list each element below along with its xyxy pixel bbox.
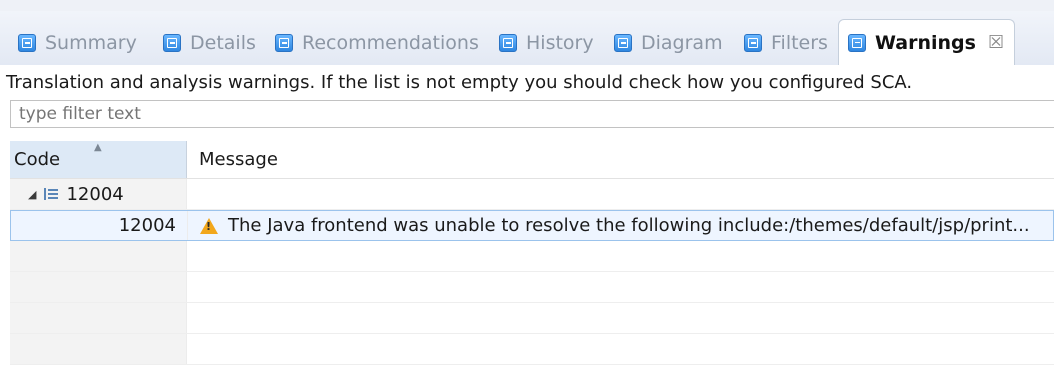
view-icon [163, 34, 181, 52]
code-cell [10, 272, 187, 302]
group-code: 12004 [66, 183, 124, 205]
message-cell [187, 272, 1054, 302]
code-cell: ◢ 12004 [10, 179, 187, 209]
message-cell: ! The Java frontend was unable to resolv… [188, 211, 1053, 240]
tab-warnings[interactable]: Warnings ☒ [838, 19, 1016, 65]
tab-bar: Summary Details Recommendations History … [0, 11, 1054, 65]
tab-summary[interactable]: Summary [18, 28, 137, 58]
message-cell [187, 241, 1054, 271]
column-header-label: Code [14, 149, 61, 170]
tab-history[interactable]: History [499, 28, 594, 58]
sort-ascending-icon: ▲ [94, 142, 102, 153]
expanded-triangle-icon[interactable]: ◢ [28, 188, 36, 201]
close-icon[interactable]: ☒ [988, 32, 1004, 53]
view-icon [275, 34, 293, 52]
table-row[interactable]: 12004 ! The Java frontend was unable to … [10, 210, 1054, 241]
view-icon [18, 34, 36, 52]
message-cell [187, 179, 1054, 209]
table-row-empty [10, 334, 1054, 365]
tab-diagram[interactable]: Diagram [614, 28, 723, 58]
view-icon [614, 34, 632, 52]
column-header-label: Message [199, 149, 278, 170]
view-icon [848, 33, 866, 52]
top-band [0, 0, 1054, 11]
table-row-group[interactable]: ◢ 12004 [10, 179, 1054, 210]
column-header-code[interactable]: ▲ Code [10, 141, 187, 178]
message-cell [187, 334, 1054, 364]
tab-label: Details [190, 32, 256, 54]
view-icon [499, 34, 517, 52]
table-header: ▲ Code Message [10, 141, 1054, 179]
message-cell [187, 303, 1054, 333]
code-cell [10, 241, 187, 271]
tab-label: Summary [45, 32, 137, 54]
tab-recommendations[interactable]: Recommendations [275, 28, 479, 58]
warning-icon: ! [200, 217, 218, 234]
view-icon [744, 34, 762, 52]
code-cell: 12004 [11, 211, 188, 240]
table-row-empty [10, 303, 1054, 334]
tab-label: Diagram [641, 32, 723, 54]
table-row-empty [10, 241, 1054, 272]
tab-label: Warnings [875, 31, 976, 54]
tab-label: Filters [771, 32, 828, 54]
tab-details[interactable]: Details [163, 28, 256, 58]
filter-input[interactable] [10, 100, 1054, 128]
tab-label: Recommendations [302, 32, 479, 54]
column-header-message[interactable]: Message [187, 141, 1054, 178]
table-row-empty [10, 272, 1054, 303]
tree-group-icon [44, 187, 59, 201]
warnings-table: ▲ Code Message ◢ 12004 12004 ! The Java … [10, 141, 1054, 365]
tab-label: History [526, 32, 594, 54]
code-cell [10, 303, 187, 333]
warning-message: The Java frontend was unable to resolve … [228, 215, 1030, 236]
tab-filters[interactable]: Filters [744, 28, 828, 58]
code-cell [10, 334, 187, 364]
warning-code: 12004 [118, 215, 176, 236]
view-description: Translation and analysis warnings. If th… [6, 72, 913, 93]
